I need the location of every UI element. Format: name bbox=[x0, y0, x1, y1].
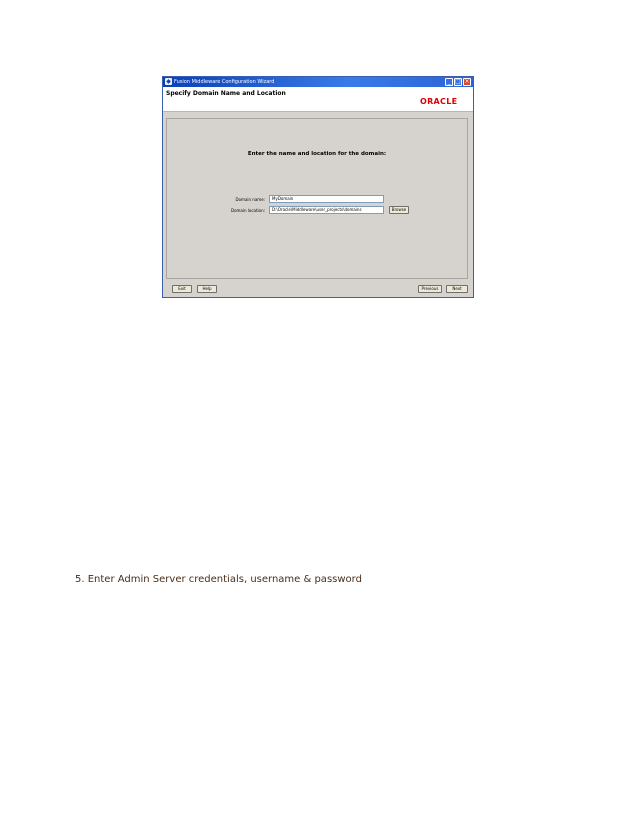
step-instruction: 5. Enter Admin Server credentials, usern… bbox=[75, 574, 362, 585]
close-icon[interactable]: × bbox=[463, 78, 471, 86]
app-icon: ◆ bbox=[165, 78, 172, 85]
domain-prompt: Enter the name and location for the doma… bbox=[247, 151, 387, 157]
next-button[interactable]: Next bbox=[446, 285, 468, 293]
domain-location-input[interactable]: D:\Oracle\Middleware\user_projects\domai… bbox=[269, 206, 384, 214]
content-panel: Enter the name and location for the doma… bbox=[166, 118, 468, 279]
help-button[interactable]: Help bbox=[197, 285, 217, 293]
exit-button[interactable]: Exit bbox=[172, 285, 192, 293]
config-wizard-window: ◆ Fusion Middleware Configuration Wizard… bbox=[162, 76, 474, 298]
page-title: Specify Domain Name and Location bbox=[166, 90, 286, 97]
domain-name-input[interactable]: MyDomain bbox=[269, 195, 384, 203]
browse-button[interactable]: Browse bbox=[389, 206, 409, 214]
domain-location-label: Domain location: bbox=[230, 208, 265, 213]
previous-button[interactable]: Previous bbox=[418, 285, 442, 293]
maximize-icon[interactable]: □ bbox=[454, 78, 462, 86]
wizard-header: Specify Domain Name and Location ORACLE bbox=[163, 87, 473, 112]
domain-name-label: Domain name: bbox=[235, 197, 265, 202]
minimize-icon[interactable]: _ bbox=[445, 78, 453, 86]
window-title: Fusion Middleware Configuration Wizard bbox=[174, 79, 275, 85]
title-bar[interactable]: ◆ Fusion Middleware Configuration Wizard… bbox=[163, 77, 473, 87]
oracle-logo: ORACLE bbox=[420, 97, 458, 106]
